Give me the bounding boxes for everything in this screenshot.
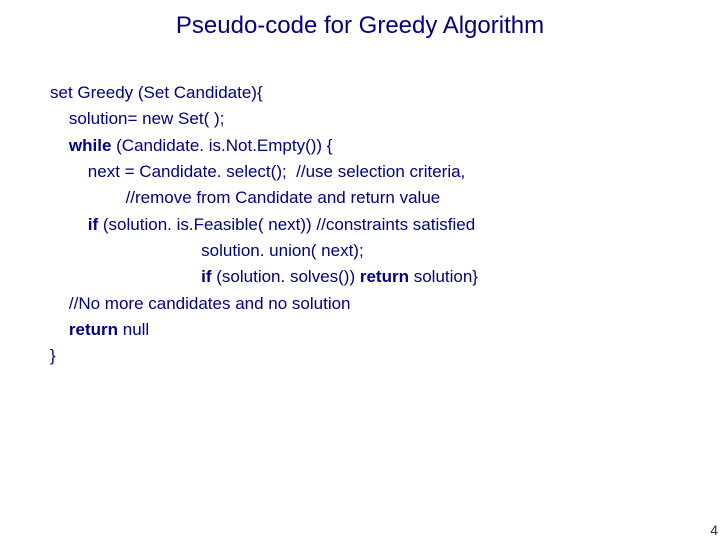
code-line: next = Candidate. select(); //use select…	[50, 159, 680, 185]
code-keyword: while	[50, 136, 111, 155]
slide: Pseudo-code for Greedy Algorithm set Gre…	[0, 0, 720, 540]
code-text: //No more candidates and no solution	[50, 294, 351, 313]
code-line: //remove from Candidate and return value	[50, 185, 680, 211]
code-keyword: return	[360, 267, 409, 286]
code-line: }	[50, 343, 680, 369]
code-text: solution= new Set( );	[50, 109, 224, 128]
slide-title: Pseudo-code for Greedy Algorithm	[0, 12, 720, 40]
code-text: solution. union( next);	[50, 241, 364, 260]
page-number: 4	[710, 522, 718, 538]
code-line: return null	[50, 317, 680, 343]
code-keyword: return	[50, 320, 118, 339]
code-text: }	[50, 346, 56, 365]
code-line: solution= new Set( );	[50, 106, 680, 132]
code-line: if (solution. is.Feasible( next)) //cons…	[50, 212, 680, 238]
code-line: if (solution. solves()) return solution}	[50, 264, 680, 290]
code-text: set Greedy (Set Candidate){	[50, 83, 263, 102]
code-line: //No more candidates and no solution	[50, 291, 680, 317]
code-text: null	[118, 320, 149, 339]
code-text: (solution. solves())	[212, 267, 360, 286]
code-text: (solution. is.Feasible( next)) //constra…	[98, 215, 475, 234]
code-text: (Candidate. is.Not.Empty()) {	[111, 136, 332, 155]
code-keyword: if	[50, 267, 212, 286]
code-line: set Greedy (Set Candidate){	[50, 80, 680, 106]
code-line: while (Candidate. is.Not.Empty()) {	[50, 133, 680, 159]
code-line: solution. union( next);	[50, 238, 680, 264]
code-text: solution}	[409, 267, 478, 286]
pseudocode-block: set Greedy (Set Candidate){ solution= ne…	[50, 80, 680, 370]
code-keyword: if	[50, 215, 98, 234]
code-text: next = Candidate. select(); //use select…	[50, 162, 465, 181]
code-text: //remove from Candidate and return value	[50, 188, 440, 207]
